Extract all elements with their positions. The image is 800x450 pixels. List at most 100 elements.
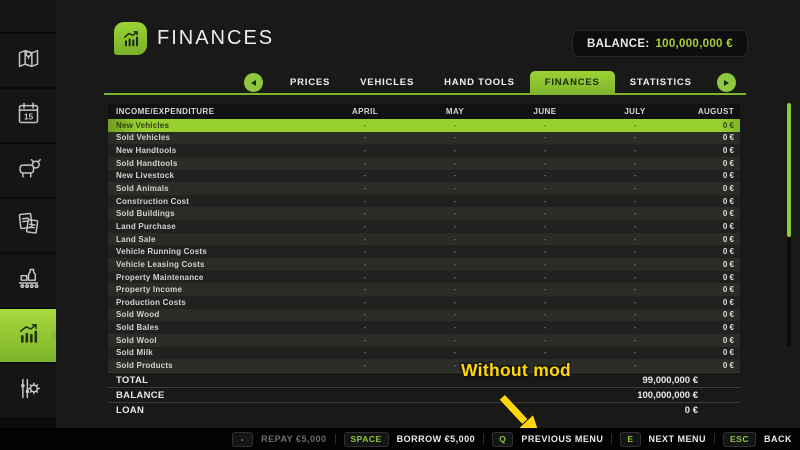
main-panel: FINANCES BALANCE: 100,000,000 € PRICESVE… bbox=[56, 0, 800, 428]
row-value: - bbox=[590, 146, 680, 155]
footer-action-next-menu[interactable]: ENEXT MENU bbox=[620, 432, 706, 447]
table-row-production-costs[interactable]: Production Costs----0 € bbox=[108, 296, 740, 309]
tab-prices[interactable]: PRICES bbox=[275, 71, 345, 94]
footer-separator bbox=[714, 434, 715, 444]
row-value: - bbox=[320, 336, 410, 345]
table-row-sold-wood[interactable]: Sold Wood----0 € bbox=[108, 309, 740, 322]
footer-separator bbox=[335, 434, 336, 444]
row-value: - bbox=[500, 298, 590, 307]
balance-value: 100,000,000 € bbox=[655, 38, 732, 50]
sidebar-item-animals[interactable] bbox=[0, 144, 56, 197]
row-value: 0 € bbox=[680, 235, 740, 244]
row-label: Sold Milk bbox=[108, 348, 320, 357]
row-label: Sold Wood bbox=[108, 310, 320, 319]
sidebar-item-calendar[interactable]: 15 bbox=[0, 89, 56, 142]
row-value: - bbox=[320, 159, 410, 168]
column-header-july: JULY bbox=[590, 107, 680, 116]
annotation-text: Without mod bbox=[461, 360, 571, 381]
summary-label: TOTAL bbox=[108, 375, 148, 386]
prev-tab-button[interactable] bbox=[244, 73, 263, 92]
row-value: - bbox=[590, 273, 680, 282]
row-value: - bbox=[410, 121, 500, 130]
row-value: - bbox=[590, 298, 680, 307]
scrollbar-thumb[interactable] bbox=[787, 103, 791, 237]
row-value: - bbox=[500, 235, 590, 244]
sidebar-item-finances[interactable] bbox=[0, 309, 56, 362]
row-value: - bbox=[320, 348, 410, 357]
sidebar-item-settings[interactable] bbox=[0, 364, 56, 417]
column-header-may: MAY bbox=[410, 107, 500, 116]
table-row-sold-products[interactable]: Sold Products----0 € bbox=[108, 359, 740, 372]
contracts-icon bbox=[15, 210, 42, 242]
row-label: Production Costs bbox=[108, 298, 320, 307]
footer-action-borrow-5-000[interactable]: SPACEBORROW €5,000 bbox=[344, 432, 476, 447]
animals-icon bbox=[15, 155, 42, 187]
row-value: 0 € bbox=[680, 323, 740, 332]
row-value: - bbox=[500, 273, 590, 282]
table-row-sold-vehicles[interactable]: Sold Vehicles----0 € bbox=[108, 132, 740, 145]
table-row-sold-handtools[interactable]: Sold Handtools----0 € bbox=[108, 157, 740, 170]
sidebar-item-map[interactable] bbox=[0, 34, 56, 87]
row-value: - bbox=[500, 348, 590, 357]
table-row-vehicle-leasing-costs[interactable]: Vehicle Leasing Costs----0 € bbox=[108, 258, 740, 271]
tab-hand-tools[interactable]: HAND TOOLS bbox=[429, 71, 530, 94]
table-row-property-maintenance[interactable]: Property Maintenance----0 € bbox=[108, 271, 740, 284]
table-row-new-handtools[interactable]: New Handtools----0 € bbox=[108, 144, 740, 157]
page-title: FINANCES bbox=[157, 27, 274, 50]
table-header: INCOME/EXPENDITUREAPRILMAYJUNEJULYAUGUST bbox=[108, 104, 740, 119]
row-label: Sold Animals bbox=[108, 184, 320, 193]
row-value: - bbox=[590, 171, 680, 180]
finances-page-icon bbox=[114, 22, 147, 55]
row-value: - bbox=[500, 159, 590, 168]
row-value: - bbox=[410, 184, 500, 193]
summary-label: LOAN bbox=[108, 405, 144, 416]
footer-separator bbox=[611, 434, 612, 444]
footer-action-back[interactable]: ESCBACK bbox=[723, 432, 792, 447]
row-value: - bbox=[500, 285, 590, 294]
next-tab-button[interactable] bbox=[717, 73, 736, 92]
settings-icon bbox=[15, 375, 42, 407]
row-value: - bbox=[410, 273, 500, 282]
row-value: - bbox=[500, 310, 590, 319]
tab-vehicles[interactable]: VEHICLES bbox=[345, 71, 429, 94]
row-value: - bbox=[500, 247, 590, 256]
table-row-sold-buildings[interactable]: Sold Buildings----0 € bbox=[108, 207, 740, 220]
row-value: - bbox=[590, 209, 680, 218]
table-row-sold-animals[interactable]: Sold Animals----0 € bbox=[108, 182, 740, 195]
row-value: - bbox=[320, 222, 410, 231]
row-value: - bbox=[320, 235, 410, 244]
tab-finances[interactable]: FINANCES bbox=[530, 71, 615, 94]
row-value: - bbox=[410, 247, 500, 256]
row-label: Sold Vehicles bbox=[108, 133, 320, 142]
row-value: - bbox=[410, 348, 500, 357]
row-value: - bbox=[500, 336, 590, 345]
row-value: 0 € bbox=[680, 222, 740, 231]
table-row-vehicle-running-costs[interactable]: Vehicle Running Costs----0 € bbox=[108, 245, 740, 258]
row-label: New Livestock bbox=[108, 171, 320, 180]
sidebar-item-production[interactable] bbox=[0, 254, 56, 307]
table-row-sold-milk[interactable]: Sold Milk----0 € bbox=[108, 347, 740, 360]
table-row-land-purchase[interactable]: Land Purchase----0 € bbox=[108, 220, 740, 233]
table-row-sold-wool[interactable]: Sold Wool----0 € bbox=[108, 334, 740, 347]
row-value: - bbox=[320, 323, 410, 332]
row-value: - bbox=[500, 209, 590, 218]
row-value: - bbox=[320, 361, 410, 370]
row-value: - bbox=[320, 121, 410, 130]
row-value: - bbox=[320, 298, 410, 307]
footer-action-label: REPAY €5,000 bbox=[261, 434, 326, 444]
sidebar-item-contracts[interactable] bbox=[0, 199, 56, 252]
footer-action-previous-menu[interactable]: QPREVIOUS MENU bbox=[492, 432, 603, 447]
row-value: - bbox=[590, 133, 680, 142]
row-value: 0 € bbox=[680, 336, 740, 345]
table-row-construction-cost[interactable]: Construction Cost----0 € bbox=[108, 195, 740, 208]
table-row-new-vehicles[interactable]: New Vehicles----0 € bbox=[108, 119, 740, 132]
table-row-property-income[interactable]: Property Income----0 € bbox=[108, 283, 740, 296]
table-row-land-sale[interactable]: Land Sale----0 € bbox=[108, 233, 740, 246]
table-row-new-livestock[interactable]: New Livestock----0 € bbox=[108, 170, 740, 183]
row-value: 0 € bbox=[680, 361, 740, 370]
table-row-sold-bales[interactable]: Sold Bales----0 € bbox=[108, 321, 740, 334]
column-header-income-expenditure: INCOME/EXPENDITURE bbox=[108, 107, 320, 116]
key-badge: - bbox=[232, 432, 253, 447]
row-value: - bbox=[500, 133, 590, 142]
tab-statistics[interactable]: STATISTICS bbox=[615, 71, 707, 94]
